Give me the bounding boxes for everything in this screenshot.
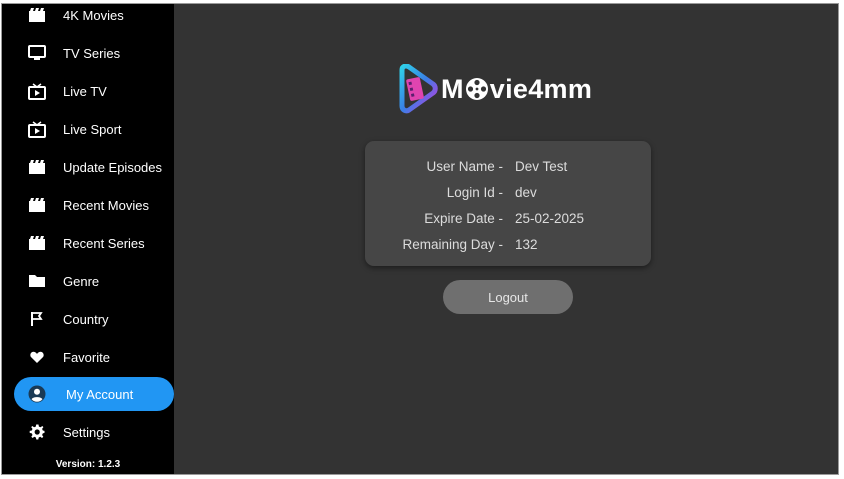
live-tv-icon: [28, 120, 46, 138]
app-logo: M vie4mm: [396, 62, 592, 116]
sidebar-item-label: 4K Movies: [63, 7, 124, 23]
live-tv-icon: [28, 82, 46, 100]
movie-clapper-icon: [28, 234, 46, 252]
account-panel: M vie4mm User Name - Dev Test Login Id -: [174, 4, 838, 474]
remaining-day-row: Remaining Day - 132: [365, 237, 651, 257]
sidebar-item-settings[interactable]: Settings: [2, 415, 174, 449]
user-name-value: Dev Test: [515, 159, 568, 174]
movie-clapper-icon: [28, 6, 46, 24]
sidebar-item-live-tv[interactable]: Live TV: [2, 74, 174, 108]
sidebar-item-label: My Account: [66, 386, 134, 402]
logo-text-end: vie4mm: [489, 73, 593, 104]
login-id-value: dev: [515, 185, 537, 200]
remaining-day-value: 132: [515, 237, 538, 252]
sidebar-item-live-sport[interactable]: Live Sport: [2, 112, 174, 146]
flag-icon: [28, 310, 46, 328]
gear-icon: [28, 423, 46, 441]
sidebar: 4K Movies TV Series Live TV Live Sport U: [2, 4, 174, 474]
sidebar-item-my-account[interactable]: My Account: [14, 377, 174, 411]
heart-icon: [28, 348, 46, 366]
expire-date-row: Expire Date - 25-02-2025: [365, 211, 651, 231]
folder-icon: [28, 272, 46, 290]
logo-mark-icon: [399, 64, 438, 114]
sidebar-item-label: Country: [63, 311, 109, 327]
logo-text-start: M: [441, 73, 464, 104]
logo-text: M vie4mm: [441, 74, 592, 105]
sidebar-item-label: TV Series: [63, 45, 121, 61]
sidebar-item-label: Genre: [63, 273, 100, 289]
sidebar-item-tv-series[interactable]: TV Series: [2, 36, 174, 70]
remaining-day-label: Remaining Day -: [402, 237, 503, 252]
sidebar-item-genre[interactable]: Genre: [2, 264, 174, 298]
account-info-card: User Name - Dev Test Login Id - dev Expi…: [365, 141, 651, 266]
tv-icon: [28, 44, 46, 62]
sidebar-item-update-episodes[interactable]: Update Episodes: [2, 150, 174, 184]
expire-date-value: 25-02-2025: [515, 211, 585, 226]
expire-date-label: Expire Date -: [424, 211, 503, 226]
sidebar-item-4k-movies[interactable]: 4K Movies: [2, 4, 174, 32]
movie-clapper-icon: [28, 196, 46, 214]
sidebar-item-label: Favorite: [63, 349, 110, 365]
sidebar-item-recent-movies[interactable]: Recent Movies: [2, 188, 174, 222]
sidebar-item-label: Recent Series: [63, 235, 145, 251]
login-id-label: Login Id -: [446, 185, 503, 200]
logout-button[interactable]: Logout: [443, 280, 573, 314]
login-id-row: Login Id - dev: [365, 185, 651, 205]
sidebar-item-label: Update Episodes: [63, 159, 163, 175]
app-screen: 4K Movies TV Series Live TV Live Sport U: [1, 3, 839, 475]
sidebar-item-label: Settings: [63, 424, 110, 440]
user-name-row: User Name - Dev Test: [365, 159, 651, 179]
sidebar-item-favorite[interactable]: Favorite: [2, 340, 174, 374]
sidebar-item-label: Recent Movies: [63, 197, 149, 213]
account-circle-icon: [28, 385, 46, 403]
film-reel-icon: [465, 78, 488, 100]
sidebar-item-label: Live TV: [63, 83, 107, 99]
sidebar-item-recent-series[interactable]: Recent Series: [2, 226, 174, 260]
movie-clapper-icon: [28, 158, 46, 176]
sidebar-item-country[interactable]: Country: [2, 302, 174, 336]
app-version: Version: 1.2.3: [55, 459, 121, 470]
sidebar-item-label: Live Sport: [63, 121, 122, 137]
user-name-label: User Name -: [426, 159, 503, 174]
